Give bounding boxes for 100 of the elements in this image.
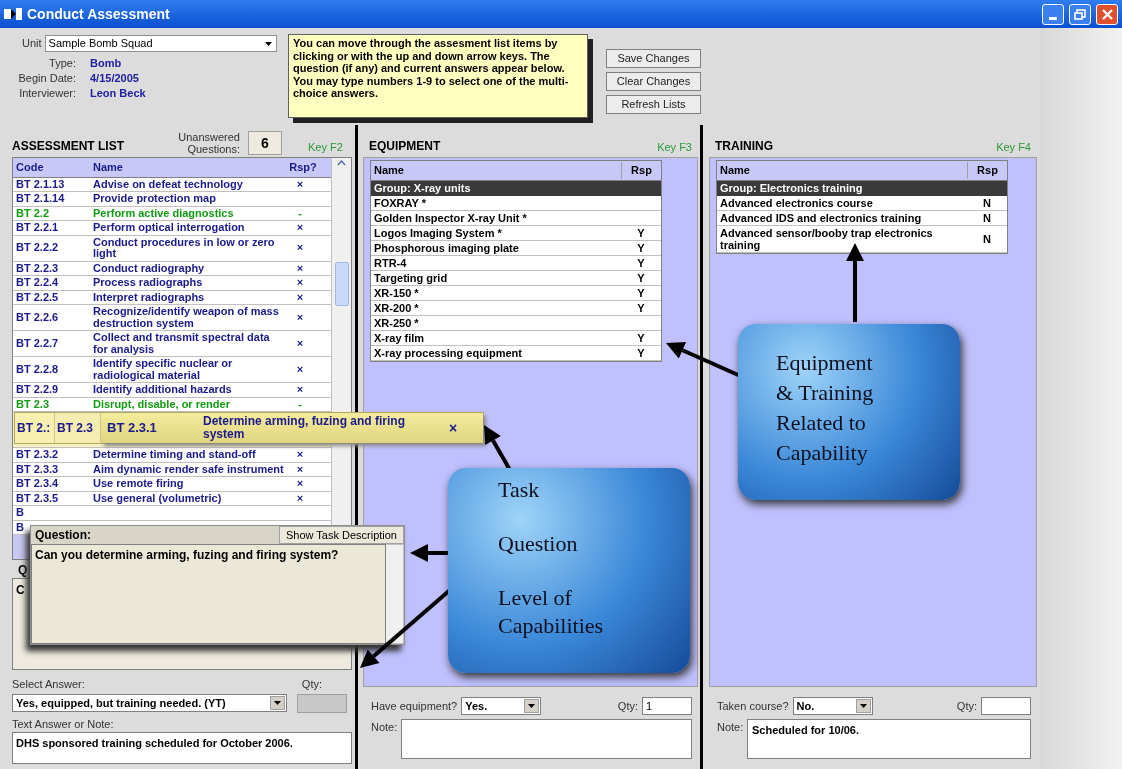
name-cell-text: FOXRAY * (373, 196, 427, 209)
caret-icon (528, 704, 536, 708)
response-cell-text: × (295, 262, 305, 274)
close-icon (1101, 8, 1113, 20)
action-button[interactable]: Refresh Lists (606, 95, 701, 114)
question-label: Question: (34, 527, 92, 544)
unit-label: Unit (22, 36, 42, 52)
column-header: Rsp (967, 162, 1007, 179)
info-value: Bomb (90, 56, 122, 70)
name-cell-text: Perform active diagnostics (93, 207, 235, 219)
answer-dropdown[interactable]: Yes, equipped, but training needed. (YT) (12, 694, 287, 712)
code-cell-text: BT 2.1.14 (15, 193, 66, 205)
response-cell-text: - (297, 398, 303, 410)
name-cell-text: Conduct procedures in low or zero light (93, 236, 276, 260)
training-dropdown[interactable]: No. (792, 697, 873, 715)
shortcut-label: Key F2 (308, 139, 343, 155)
note-field[interactable]: DHS sponsored training scheduled for October 2006. (12, 732, 352, 764)
code-cell-text: BT 2.2.6 (15, 311, 60, 324)
minimize-button[interactable] (1042, 3, 1064, 25)
response-cell-text: N (982, 211, 992, 224)
response-cell-text: N (982, 196, 992, 209)
code-cell-text: BT 2.2.1 (15, 222, 60, 234)
name-cell-text: Recognize/identify weapon of mass destruction system (93, 306, 280, 329)
column-header: Name (93, 160, 124, 175)
section-title: ASSESSMENT LIST (12, 138, 125, 155)
code-cell-text: BT 2.2.3 (15, 262, 60, 274)
response-cell-text: × (295, 384, 305, 396)
arrow (410, 544, 450, 562)
tooltip-name: Determine arming, fuzing and firing system (203, 415, 406, 441)
response-cell-text: × (295, 463, 305, 475)
code-cell-text: BT 2.2.7 (15, 337, 60, 350)
response-cell-text: Y (636, 271, 646, 284)
window-title: Conduct Assessment (27, 4, 170, 24)
response-cell-text: × (295, 363, 305, 376)
unanswered-count: 6 (248, 131, 282, 155)
code-cell-text: BT 2.2.5 (15, 291, 60, 303)
column-header: Name (373, 163, 405, 178)
column-header: Rsp? (288, 160, 318, 175)
info-value: Leon Beck (90, 86, 146, 100)
name-cell-text: XR-250 * (373, 316, 420, 329)
response-cell-text: Y (636, 256, 646, 269)
name-cell-text: Use remote firing (93, 478, 185, 490)
code-cell-text: B (15, 507, 25, 519)
tooltip-code: BT 2.: (15, 413, 55, 443)
name-cell-text: Collect and transmit spectral data for analysis (93, 332, 271, 355)
code-cell-text: BT 2.2.4 (15, 277, 60, 289)
name-cell-text: Perform optical interrogation (93, 222, 246, 234)
close-button[interactable] (1096, 3, 1118, 25)
shortcut-label: Key F3 (657, 139, 692, 155)
section-title: EQUIPMENT (369, 138, 441, 155)
note-field[interactable] (401, 719, 692, 759)
note-label: Note: (717, 720, 745, 735)
name-cell-text: Process radiographs (93, 277, 204, 289)
response-cell-text: × (295, 478, 305, 490)
scroll-up-icon (337, 160, 346, 166)
response-cell-text: × (295, 337, 305, 350)
name-cell-text: Group: Electronics training (719, 181, 864, 194)
name-cell-text: Logos Imaging System * (373, 226, 503, 239)
info-label: Interviewer: (18, 86, 76, 100)
scroll-thumb[interactable] (334, 262, 349, 306)
info-value: 4/15/2005 (90, 71, 139, 85)
column-header: Code (15, 160, 45, 175)
unanswered-label: Unanswered Questions: (177, 131, 240, 155)
qty-field[interactable]: 1 (642, 697, 692, 715)
response-cell-text: Y (636, 241, 646, 254)
callout-text: Level of Capabilities (498, 584, 605, 640)
code-cell-text: BT 2.2.2 (15, 242, 60, 254)
name-cell-text: Phosphorous imaging plate (373, 241, 520, 254)
response-cell-text: × (295, 449, 305, 461)
equipment-dropdown[interactable]: Yes. (461, 697, 542, 715)
response-cell-text: × (295, 291, 305, 303)
restore-icon (1074, 8, 1086, 20)
name-cell-text: XR-150 * (373, 286, 420, 299)
tooltip-code: BT 2.3.1 (107, 419, 158, 438)
callout-text: Question (498, 530, 579, 558)
name-cell-text: Provide protection map (93, 193, 217, 205)
name-cell-text: Advanced electronics course (719, 196, 874, 209)
unit-dropdown[interactable]: Sample Bomb Squad (44, 35, 277, 52)
maximize-button[interactable] (1069, 3, 1091, 25)
tooltip-code: BT 2.3 (55, 413, 101, 443)
name-cell-text: Advise on defeat technology (93, 178, 244, 190)
name-cell-text: Disrupt, disable, or render (93, 398, 231, 410)
caret-icon (264, 41, 272, 46)
response-cell-text: × (295, 277, 305, 289)
qty-field[interactable] (981, 697, 1031, 715)
response-cell-text: × (295, 178, 305, 190)
show-description-button[interactable]: Show Task Description (278, 526, 404, 544)
code-cell-text: BT 2.1.13 (15, 178, 66, 190)
action-button[interactable]: Clear Changes (606, 72, 701, 91)
question-label: Q (18, 562, 29, 578)
response-cell-text: Y (636, 286, 646, 299)
action-button[interactable]: Save Changes (606, 49, 701, 68)
response-cell-text: × (295, 492, 305, 504)
note-label: Note: (371, 720, 399, 735)
note-label: Text Answer or Note: (12, 716, 115, 732)
code-cell-text: BT 2.2 (15, 207, 50, 219)
scrollbar[interactable] (386, 544, 404, 644)
name-cell-text: Golden Inspector X-ray Unit * (373, 211, 528, 224)
app-icon (4, 7, 22, 21)
note-field[interactable]: Scheduled for 10/06. (747, 719, 1031, 759)
